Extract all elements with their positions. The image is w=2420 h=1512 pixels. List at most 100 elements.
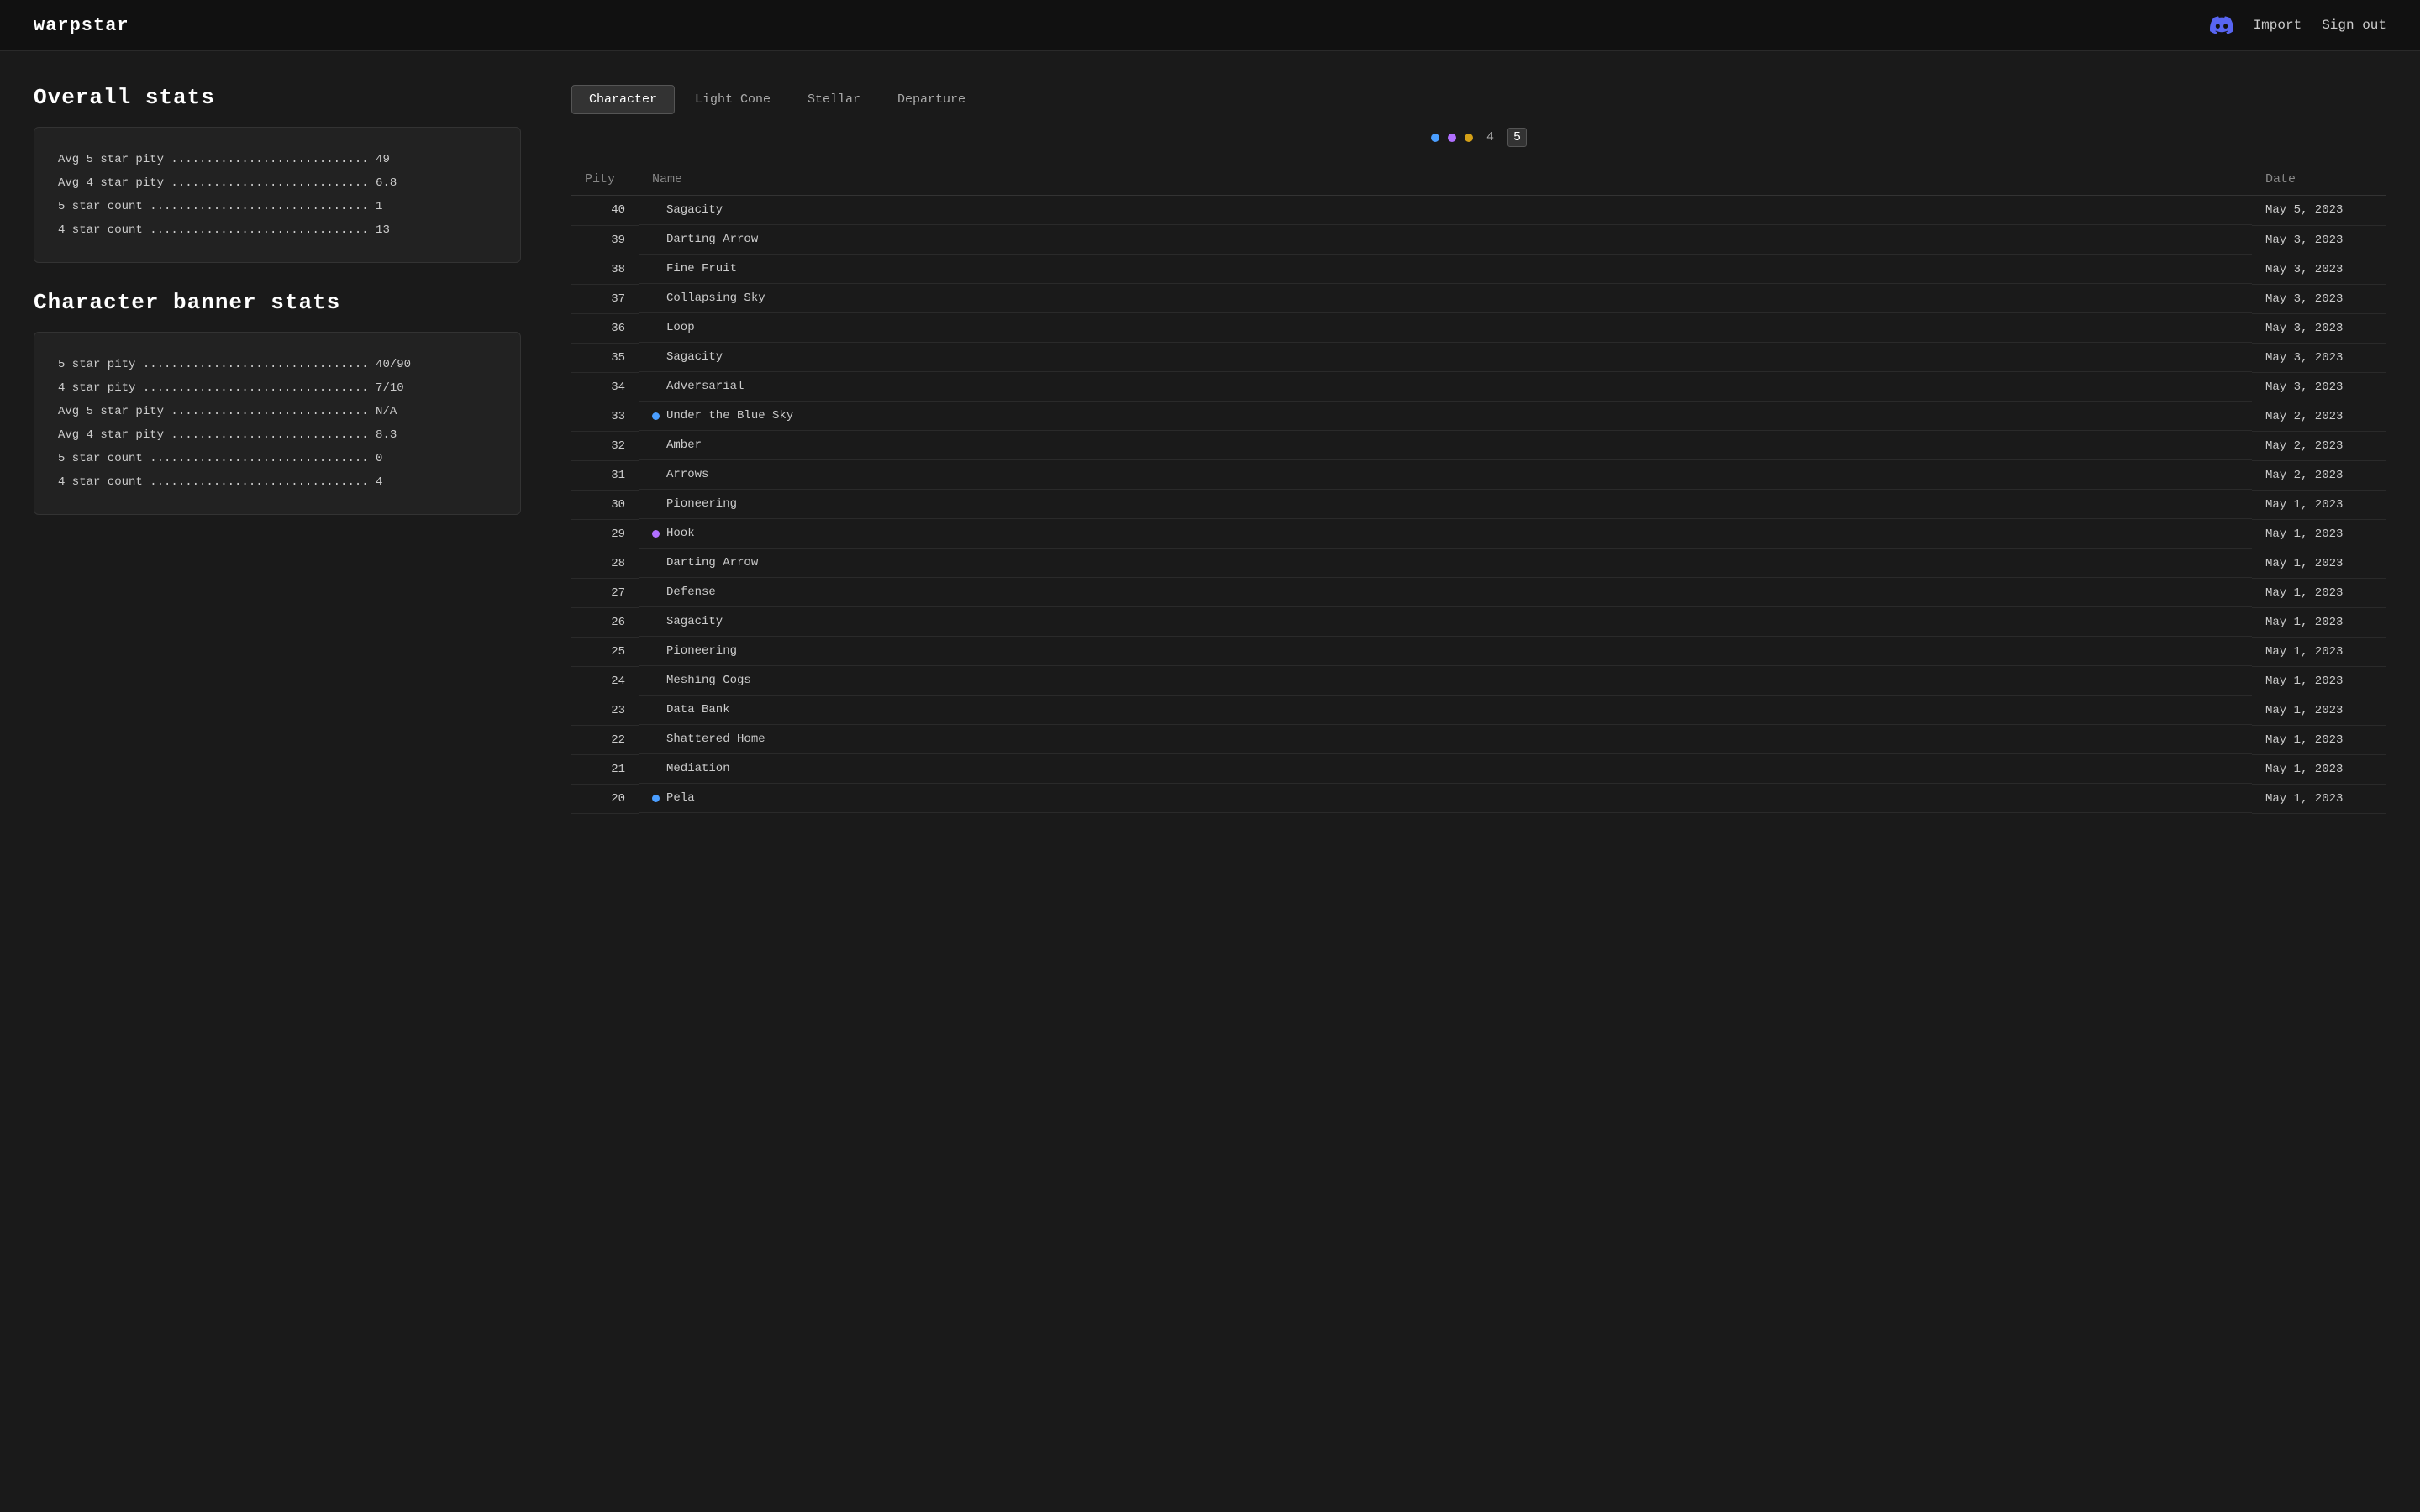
header-row: Pity Name Date <box>571 164 2386 196</box>
date-cell: May 1, 2023 <box>2252 607 2386 637</box>
pity-cell: 27 <box>571 578 639 607</box>
pity-header: Pity <box>571 164 639 196</box>
stats-line: Avg 4 star pity ........................… <box>58 423 497 447</box>
tab-character[interactable]: Character <box>571 85 675 114</box>
date-cell: May 1, 2023 <box>2252 578 2386 607</box>
pity-cell: 33 <box>571 402 639 431</box>
date-cell: May 1, 2023 <box>2252 637 2386 666</box>
table-row: 25PioneeringMay 1, 2023 <box>571 637 2386 666</box>
date-cell: May 3, 2023 <box>2252 372 2386 402</box>
name-cell: Under the Blue Sky <box>639 402 2252 431</box>
pity-cell: 31 <box>571 460 639 490</box>
date-cell: May 3, 2023 <box>2252 284 2386 313</box>
date-cell: May 1, 2023 <box>2252 666 2386 696</box>
name-cell: Sagacity <box>639 607 2252 637</box>
name-cell: Defense <box>639 578 2252 607</box>
name-cell: Fine Fruit <box>639 255 2252 284</box>
row-name: Sagacity <box>666 350 723 364</box>
right-panel: CharacterLight ConeStellarDeparture 45 P… <box>571 85 2386 814</box>
date-cell: May 5, 2023 <box>2252 196 2386 226</box>
row-name: Darting Arrow <box>666 233 758 246</box>
table-body: 40SagacityMay 5, 202339Darting ArrowMay … <box>571 196 2386 814</box>
name-cell: Pela <box>639 784 2252 813</box>
pager-number-4[interactable]: 4 <box>1481 129 1499 146</box>
pity-cell: 37 <box>571 284 639 313</box>
data-table: Pity Name Date 40SagacityMay 5, 202339Da… <box>571 164 2386 814</box>
banner-title: Character banner stats <box>34 290 521 315</box>
tabs-row: CharacterLight ConeStellarDeparture <box>571 85 2386 114</box>
row-name: Collapsing Sky <box>666 291 765 305</box>
pity-cell: 29 <box>571 519 639 549</box>
pity-cell: 39 <box>571 225 639 255</box>
date-cell: May 1, 2023 <box>2252 549 2386 578</box>
app-header: warpstar Import Sign out <box>0 0 2420 51</box>
row-name: Fine Fruit <box>666 262 737 276</box>
banner-stats: 5 star pity ............................… <box>58 353 497 494</box>
overall-title: Overall stats <box>34 85 521 110</box>
import-link[interactable]: Import <box>2254 18 2302 33</box>
pager-dot-yellow <box>1465 134 1473 142</box>
name-cell: Sagacity <box>639 196 2252 225</box>
pity-cell: 25 <box>571 637 639 666</box>
table-header: Pity Name Date <box>571 164 2386 196</box>
date-cell: May 1, 2023 <box>2252 519 2386 549</box>
name-cell: Meshing Cogs <box>639 666 2252 696</box>
row-indicator-dot <box>652 795 660 802</box>
pity-cell: 28 <box>571 549 639 578</box>
row-name: Meshing Cogs <box>666 674 751 687</box>
header-left: warpstar <box>34 15 129 36</box>
name-cell: Amber <box>639 431 2252 460</box>
stats-line: 5 star count ...........................… <box>58 447 497 470</box>
stats-line: Avg 4 star pity ........................… <box>58 171 497 195</box>
date-cell: May 3, 2023 <box>2252 313 2386 343</box>
pity-cell: 24 <box>571 666 639 696</box>
row-name: Sagacity <box>666 615 723 628</box>
pager-dot-blue <box>1431 134 1439 142</box>
date-cell: May 1, 2023 <box>2252 725 2386 754</box>
row-name: Pioneering <box>666 497 737 511</box>
row-name: Amber <box>666 438 702 452</box>
table-row: 20PelaMay 1, 2023 <box>571 784 2386 813</box>
date-cell: May 1, 2023 <box>2252 490 2386 519</box>
date-cell: May 3, 2023 <box>2252 255 2386 284</box>
tab-light-cone[interactable]: Light Cone <box>678 85 787 114</box>
date-cell: May 1, 2023 <box>2252 784 2386 813</box>
stats-line: 4 star count ...........................… <box>58 470 497 494</box>
row-name: Shattered Home <box>666 732 765 746</box>
header-right: Import Sign out <box>2210 13 2386 37</box>
row-name: Under the Blue Sky <box>666 409 793 423</box>
stats-line: 4 star count ...........................… <box>58 218 497 242</box>
main-content: Overall stats Avg 5 star pity ..........… <box>0 51 2420 848</box>
table-row: 38Fine FruitMay 3, 2023 <box>571 255 2386 284</box>
table-row: 37 Collapsing Sky May 3, 2023 <box>571 284 2386 313</box>
table-row: 34AdversarialMay 3, 2023 <box>571 372 2386 402</box>
row-name: Mediation <box>666 762 730 775</box>
name-cell: Sagacity <box>639 343 2252 372</box>
row-indicator-dot <box>652 530 660 538</box>
pity-cell: 23 <box>571 696 639 725</box>
pity-cell: 40 <box>571 196 639 226</box>
pity-cell: 21 <box>571 754 639 784</box>
name-cell: Shattered Home <box>639 725 2252 754</box>
tab-stellar[interactable]: Stellar <box>791 85 877 114</box>
name-cell: Mediation <box>639 754 2252 784</box>
row-name: Adversarial <box>666 380 744 393</box>
table-row: 22Shattered HomeMay 1, 2023 <box>571 725 2386 754</box>
table-row: 27DefenseMay 1, 2023 <box>571 578 2386 607</box>
stats-line: 5 star pity ............................… <box>58 353 497 376</box>
name-cell: Collapsing Sky <box>639 284 2252 313</box>
table-row: 24 Meshing Cogs May 1, 2023 <box>571 666 2386 696</box>
pity-cell: 20 <box>571 784 639 813</box>
table-row: 36LoopMay 3, 2023 <box>571 313 2386 343</box>
table-row: 31ArrowsMay 2, 2023 <box>571 460 2386 490</box>
pity-cell: 36 <box>571 313 639 343</box>
table-row: 28Darting ArrowMay 1, 2023 <box>571 549 2386 578</box>
stats-line: Avg 5 star pity ........................… <box>58 148 497 171</box>
name-cell: Arrows <box>639 460 2252 490</box>
signout-link[interactable]: Sign out <box>2322 18 2386 33</box>
overall-stats-box: Avg 5 star pity ........................… <box>34 127 521 263</box>
table-row: 23Data BankMay 1, 2023 <box>571 696 2386 725</box>
tab-departure[interactable]: Departure <box>881 85 982 114</box>
pager-number-5[interactable]: 5 <box>1507 128 1527 147</box>
discord-icon[interactable] <box>2210 13 2233 37</box>
